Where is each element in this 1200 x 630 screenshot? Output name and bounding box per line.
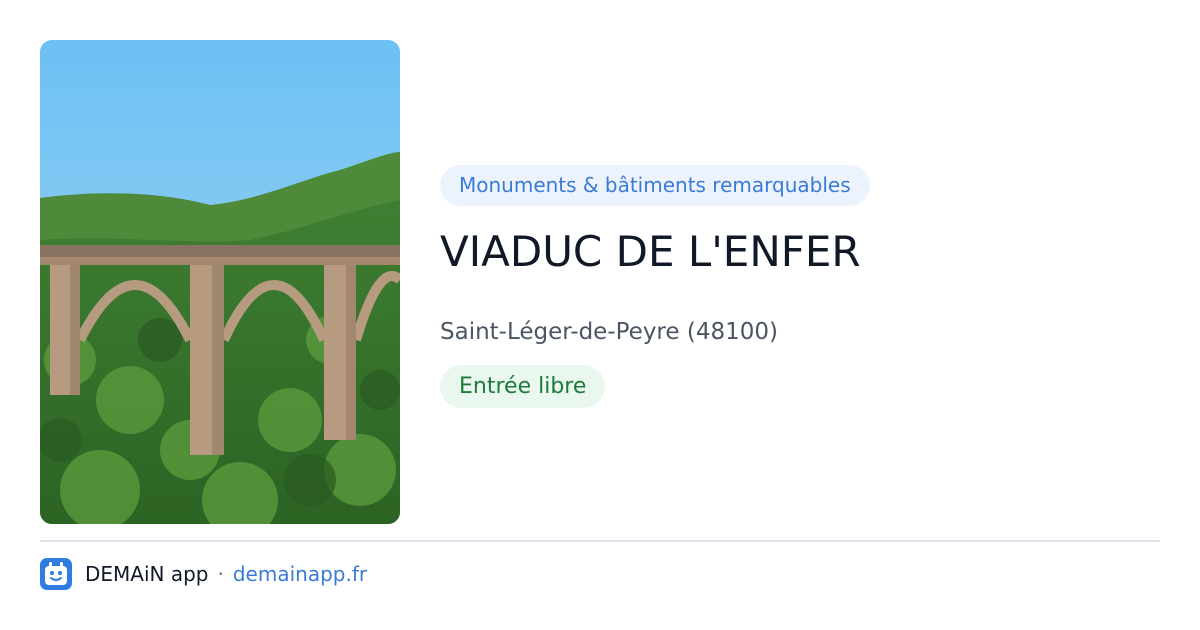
place-location: Saint-Léger-de-Peyre (48100): [440, 319, 778, 345]
app-name: DEMAiN app: [85, 562, 209, 586]
footer: DEMAiN app · demainapp.fr: [40, 558, 367, 590]
access-badge: Entrée libre: [440, 365, 606, 408]
domain-link[interactable]: demainapp.fr: [233, 562, 367, 586]
place-title: VIADUC DE L'ENFER: [440, 227, 861, 276]
demain-app-logo-icon: [40, 558, 72, 590]
footer-divider: [40, 540, 1160, 542]
place-share-card: Monuments & bâtiments remarquables VIADU…: [0, 0, 1200, 630]
place-info: Monuments & bâtiments remarquables VIADU…: [440, 165, 1160, 408]
footer-separator: ·: [217, 562, 224, 586]
category-badge: Monuments & bâtiments remarquables: [440, 165, 870, 206]
place-photo: [40, 40, 400, 524]
